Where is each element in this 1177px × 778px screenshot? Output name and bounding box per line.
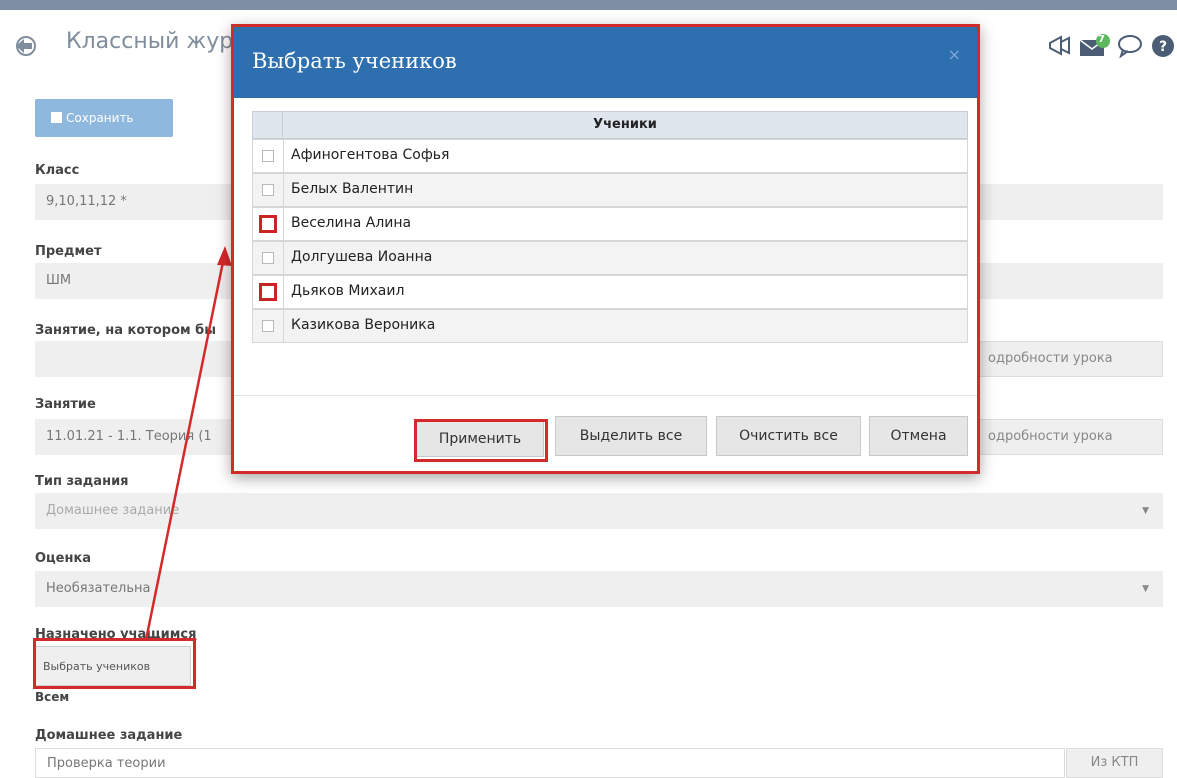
student-checkbox[interactable] — [259, 283, 277, 301]
homework-label: Домашнее задание — [35, 728, 183, 743]
checkbox-cell — [253, 140, 284, 172]
student-checkbox[interactable] — [262, 184, 274, 196]
student-row[interactable]: Белых Валентин — [252, 173, 968, 207]
checkbox-cell — [253, 174, 284, 206]
dropdown-arrow-icon: ▼ — [1142, 584, 1149, 594]
top-bar — [0, 0, 1177, 10]
student-row[interactable]: Долгушева Иоанна — [252, 241, 968, 275]
task-type-value: Домашнее задание — [46, 503, 180, 518]
student-row[interactable]: Веселина Алина — [252, 207, 968, 241]
cancel-button[interactable]: Отмена — [869, 416, 968, 456]
chat-icon[interactable] — [1117, 34, 1145, 62]
highlight-apply — [414, 419, 548, 462]
all-students-label: Всем — [35, 690, 70, 704]
column-header-students: Ученики — [593, 117, 657, 132]
checkbox-cell — [253, 208, 284, 240]
save-icon — [51, 112, 62, 123]
mail-icon[interactable] — [1079, 34, 1113, 62]
checkbox-cell — [253, 276, 284, 308]
student-checkbox[interactable] — [259, 215, 277, 233]
lesson-details-button-1[interactable]: одробности урока — [975, 341, 1163, 377]
clear-all-button[interactable]: Очистить все — [716, 416, 861, 456]
table-header: Ученики — [252, 111, 968, 139]
checkbox-cell — [253, 310, 284, 342]
student-row[interactable]: Афиногентова Софья — [252, 139, 968, 173]
lesson-label: Занятие — [35, 397, 96, 412]
student-name: Белых Валентин — [291, 181, 414, 197]
save-button[interactable]: Сохранить — [35, 99, 173, 137]
select-all-button[interactable]: Выделить все — [555, 416, 707, 456]
svg-text:?: ? — [1159, 39, 1167, 55]
megaphone-icon[interactable] — [1047, 34, 1075, 62]
task-type-label: Тип задания — [35, 474, 129, 489]
header-icons: 7 ? — [1017, 34, 1177, 60]
help-icon[interactable]: ? — [1151, 34, 1175, 62]
dialog-title: Выбрать учеников — [252, 49, 457, 73]
page-title: Классный жур — [66, 29, 234, 54]
footer-divider — [234, 395, 977, 396]
dialog-header: Выбрать учеников × — [234, 27, 977, 98]
student-row[interactable]: Казикова Вероника — [252, 309, 968, 343]
student-name: Долгушева Иоанна — [291, 249, 433, 265]
subject-label: Предмет — [35, 244, 102, 259]
students-table: Ученики Афиногентова Софья Белых Валентин… — [252, 111, 968, 343]
header-checkbox-cell — [253, 112, 283, 138]
grade-value: Необязательна — [46, 581, 151, 596]
student-name: Казикова Вероника — [291, 317, 436, 333]
select-students-dialog: Выбрать учеников × Ученики Афиногентова … — [231, 24, 980, 474]
checkbox-cell — [253, 242, 284, 274]
student-checkbox[interactable] — [262, 150, 274, 162]
student-name: Афиногентова Софья — [291, 147, 450, 163]
homework-input[interactable]: Проверка теории — [35, 748, 1065, 778]
dropdown-arrow-icon: ▼ — [1142, 506, 1149, 516]
lesson-details-button-2[interactable]: одробности урока — [975, 419, 1163, 455]
from-ktp-button[interactable]: Из КТП — [1066, 748, 1163, 778]
highlight-choose-students — [33, 638, 196, 689]
notification-badge: 7 — [1098, 34, 1105, 45]
student-checkbox[interactable] — [262, 252, 274, 264]
task-type-select[interactable]: Домашнее задание ▼ — [35, 493, 1163, 529]
student-checkbox[interactable] — [262, 320, 274, 332]
class-label: Класс — [35, 163, 80, 178]
back-arrow-icon[interactable] — [14, 36, 38, 56]
student-row[interactable]: Дьяков Михаил — [252, 275, 968, 309]
close-icon[interactable]: × — [948, 45, 961, 64]
save-label: Сохранить — [66, 111, 134, 125]
grade-select[interactable]: Необязательна ▼ — [35, 571, 1163, 607]
lesson-given-label: Занятие, на котором бы — [35, 323, 216, 338]
student-name: Веселина Алина — [291, 215, 412, 231]
grade-label: Оценка — [35, 551, 92, 566]
student-name: Дьяков Михаил — [291, 283, 405, 299]
